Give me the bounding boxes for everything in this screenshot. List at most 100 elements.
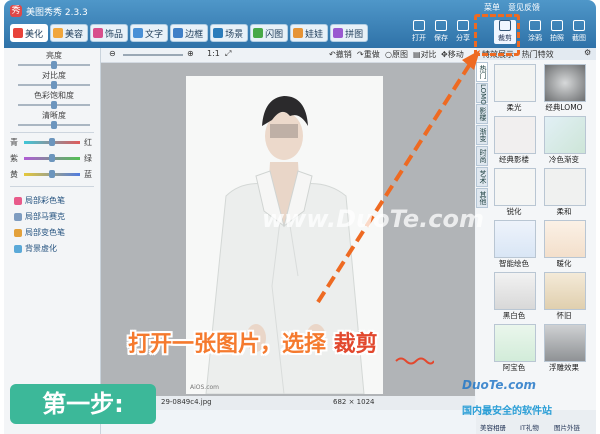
capture-button[interactable]: 拍照 [546, 20, 568, 44]
blue-label: 蓝 [84, 170, 92, 179]
share-icon [457, 20, 469, 31]
screenshot-button[interactable]: 截图 [568, 20, 590, 44]
effect-soft-light[interactable] [494, 64, 536, 102]
local-mosaic-link[interactable]: 局部马赛克 [14, 211, 65, 222]
tab-makeup[interactable]: 美容 [50, 24, 89, 42]
image-link-link[interactable]: 图片外链 [554, 422, 580, 432]
saturation-knob[interactable] [51, 101, 57, 109]
screenshot-icon [573, 20, 585, 31]
text-icon [133, 28, 144, 38]
undo-button[interactable]: ↶撤销 [329, 49, 352, 60]
file-name: 29-0849c4.jpg [161, 398, 212, 406]
tab-beautify[interactable]: 美化 [10, 24, 49, 42]
crop-highlight-frame [474, 14, 520, 56]
tab-frame[interactable]: 边框 [170, 24, 209, 42]
share-button[interactable]: 分享 [452, 20, 474, 44]
compare-button[interactable]: ▤对比 [413, 49, 437, 60]
redo-button[interactable]: ↷重做 [357, 49, 380, 60]
open-button[interactable]: 打开 [408, 20, 430, 44]
beauty-album-link[interactable]: 美容相册 [480, 422, 506, 432]
tab-flash[interactable]: 闪图 [250, 24, 289, 42]
effect-black-white[interactable] [494, 272, 536, 310]
original-button[interactable]: ○原图 [385, 49, 408, 60]
image-size: 682 × 1024 [333, 398, 375, 406]
file-actions: 打开 保存 分享 [408, 20, 474, 44]
main-tabs: 美化 美容 饰品 文字 边框 场景 闪图 娃娃 拼图 [10, 24, 369, 42]
watermark-slogan: 国内最安全的软件站 [462, 406, 552, 417]
move-button[interactable]: ✥移动 [441, 49, 464, 60]
recolor-icon [14, 228, 22, 237]
makeup-icon [53, 28, 64, 38]
flash-icon [253, 28, 264, 38]
tab-accessories[interactable]: 饰品 [90, 24, 129, 42]
local-color-pen-link[interactable]: 局部彩色笔 [14, 195, 65, 206]
tab-doll[interactable]: 娃娃 [290, 24, 329, 42]
effect-nostalgic[interactable] [544, 272, 586, 310]
effect-abao-color[interactable] [494, 324, 536, 362]
save-button[interactable]: 保存 [430, 20, 452, 44]
sharpness-knob[interactable] [51, 121, 57, 129]
effect-soft[interactable] [544, 168, 586, 206]
adjust-panel: 亮度 对比度 色彩饱和度 清晰度 青 红 紫 绿 黄 蓝 局部彩色笔 局部马赛克… [4, 48, 101, 434]
tab-puzzle[interactable]: 拼图 [330, 24, 369, 42]
instruction-caption: 打开一张图片，选择 裁剪 [128, 332, 378, 357]
vtab-art[interactable]: 艺术 [476, 167, 488, 187]
background-blur-link[interactable]: 背景虚化 [14, 243, 57, 254]
save-icon [435, 20, 447, 31]
step-badge: 第一步: [10, 384, 156, 424]
status-bar: 29-0849c4.jpg 682 × 1024 [101, 396, 475, 410]
tab-scene[interactable]: 场景 [210, 24, 249, 42]
watermark: www.DuoTe.com [262, 205, 484, 233]
doll-icon [293, 28, 304, 38]
red-label: 红 [84, 138, 92, 147]
effect-emboss[interactable] [544, 324, 586, 362]
effect-smart-color[interactable] [494, 220, 536, 258]
canvas-toolbar: ⊖ ⊕ 1:1 ⤢ ↶撤销 ↷重做 ○原图 ▤对比 ✥移动 [101, 48, 475, 63]
contrast-label: 对比度 [42, 71, 66, 80]
purple-green-knob[interactable] [49, 154, 55, 162]
blur-icon [14, 244, 22, 253]
cyan-red-knob[interactable] [49, 138, 55, 146]
effect-category-tabs: 热门 LOMO 影楼 渐变 时尚 艺术 其他 [476, 62, 488, 209]
effect-classic-lomo[interactable] [544, 64, 586, 102]
vtab-lomo[interactable]: LOMO [476, 83, 488, 105]
purple-label: 紫 [10, 154, 18, 163]
zoom-ratio[interactable]: 1:1 [207, 49, 220, 58]
brush-button[interactable]: 涂鸦 [524, 20, 546, 44]
yellow-blue-knob[interactable] [49, 170, 55, 178]
feedback-link[interactable]: 意见反馈 [508, 2, 540, 13]
scene-icon [213, 28, 224, 38]
zoom-out-icon[interactable]: ⊖ [109, 49, 116, 58]
tab-text[interactable]: 文字 [130, 24, 169, 42]
effect-cold-gradient[interactable] [544, 116, 586, 154]
mosaic-icon [14, 212, 22, 221]
photo-credit: AiOS.com [190, 384, 220, 391]
zoom-slider[interactable] [123, 54, 183, 56]
settings-icon[interactable]: ⚙ [584, 48, 591, 57]
top-menu: 菜单 意见反馈 [484, 2, 540, 13]
frame-icon [173, 28, 184, 38]
sharpness-label: 清晰度 [42, 111, 66, 120]
brightness-knob[interactable] [51, 61, 57, 69]
saturation-label: 色彩饱和度 [34, 91, 74, 100]
brightness-label: 亮度 [46, 51, 62, 60]
effect-sharpen[interactable] [494, 168, 536, 206]
vtab-fashion[interactable]: 时尚 [476, 146, 488, 166]
menu-link[interactable]: 菜单 [484, 2, 500, 13]
vtab-studio[interactable]: 影楼 [476, 104, 488, 124]
vtab-hot[interactable]: 热门 [476, 62, 488, 82]
contrast-knob[interactable] [51, 81, 57, 89]
watermark-logo: DuoTe.com [462, 378, 536, 392]
effect-classic-studio[interactable] [494, 116, 536, 154]
effect-warm[interactable] [544, 220, 586, 258]
puzzle-icon [333, 28, 344, 38]
vtab-gradient[interactable]: 渐变 [476, 125, 488, 145]
zoom-in-icon[interactable]: ⊕ [187, 49, 194, 58]
app-logo-icon: 秀 [10, 5, 22, 17]
caption-underline [395, 357, 434, 365]
fit-icon[interactable]: ⤢ [225, 49, 231, 59]
it-gift-link[interactable]: IT礼物 [520, 422, 539, 432]
color-pen-icon [14, 196, 22, 205]
green-label: 绿 [84, 154, 92, 163]
local-recolor-link[interactable]: 局部变色笔 [14, 227, 65, 238]
